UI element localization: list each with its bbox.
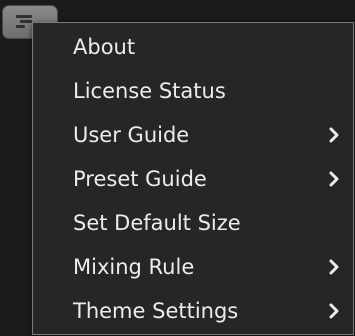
chevron-right-icon	[329, 127, 339, 143]
chevron-right-icon	[329, 303, 339, 319]
menu-item-label: License Status	[73, 79, 226, 103]
menu-item-mixing-rule[interactable]: Mixing Rule	[33, 245, 353, 289]
menu-item-about[interactable]: About	[33, 25, 353, 69]
menu-item-label: Mixing Rule	[73, 255, 195, 279]
chevron-right-icon	[329, 171, 339, 187]
menu-item-label: Preset Guide	[73, 167, 207, 191]
app-window: About License Status User Guide Preset G…	[0, 0, 355, 336]
menu-item-preset-guide[interactable]: Preset Guide	[33, 157, 353, 201]
dropdown-menu: About License Status User Guide Preset G…	[32, 22, 354, 335]
menu-item-user-guide[interactable]: User Guide	[33, 113, 353, 157]
menu-item-label: Set Default Size	[73, 211, 241, 235]
menu-icon	[16, 15, 32, 29]
menu-item-theme-settings[interactable]: Theme Settings	[33, 289, 353, 333]
menu-item-label: User Guide	[73, 123, 190, 147]
chevron-right-icon	[329, 259, 339, 275]
menu-list: About License Status User Guide Preset G…	[33, 25, 353, 333]
menu-item-label: About	[73, 35, 136, 59]
menu-item-label: Theme Settings	[73, 299, 239, 323]
menu-item-license-status[interactable]: License Status	[33, 69, 353, 113]
menu-item-set-default-size[interactable]: Set Default Size	[33, 201, 353, 245]
